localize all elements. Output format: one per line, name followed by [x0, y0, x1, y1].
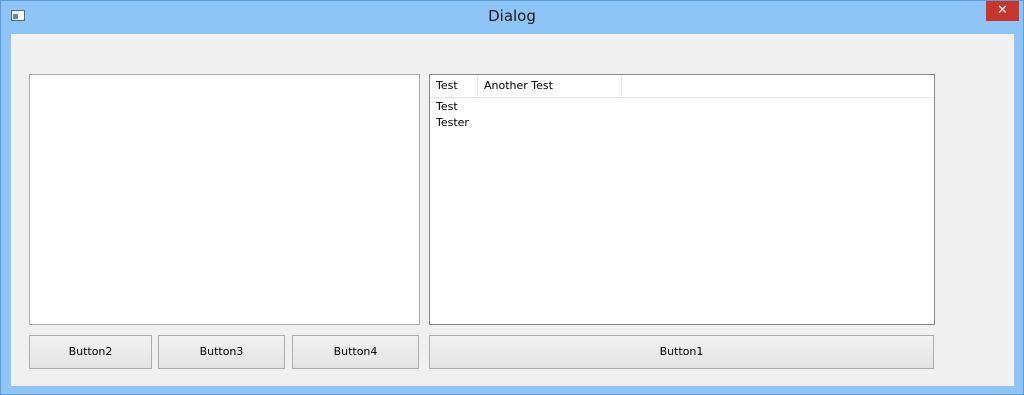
dialog-window: Dialog ✕ Test Another Test Test Tester B…: [0, 0, 1024, 395]
button3[interactable]: Button3: [158, 335, 285, 369]
column-header-another-test[interactable]: Another Test: [478, 75, 622, 97]
tree-row[interactable]: Tester: [430, 115, 934, 131]
tree-widget[interactable]: Test Another Test Test Tester: [429, 74, 935, 325]
tree-header: Test Another Test: [430, 75, 934, 98]
button4[interactable]: Button4: [292, 335, 419, 369]
title-bar[interactable]: Dialog ✕: [1, 1, 1023, 32]
window-title: Dialog: [488, 7, 536, 25]
close-button[interactable]: ✕: [986, 1, 1019, 21]
dialog-client-area: Test Another Test Test Tester Button2 Bu…: [11, 34, 1014, 386]
button2[interactable]: Button2: [29, 335, 152, 369]
tree-row[interactable]: Test: [430, 99, 934, 115]
column-header-test[interactable]: Test: [430, 75, 478, 97]
tree-rows: Test Tester: [430, 99, 934, 131]
empty-list-widget[interactable]: [29, 74, 420, 325]
button1[interactable]: Button1: [429, 335, 934, 369]
